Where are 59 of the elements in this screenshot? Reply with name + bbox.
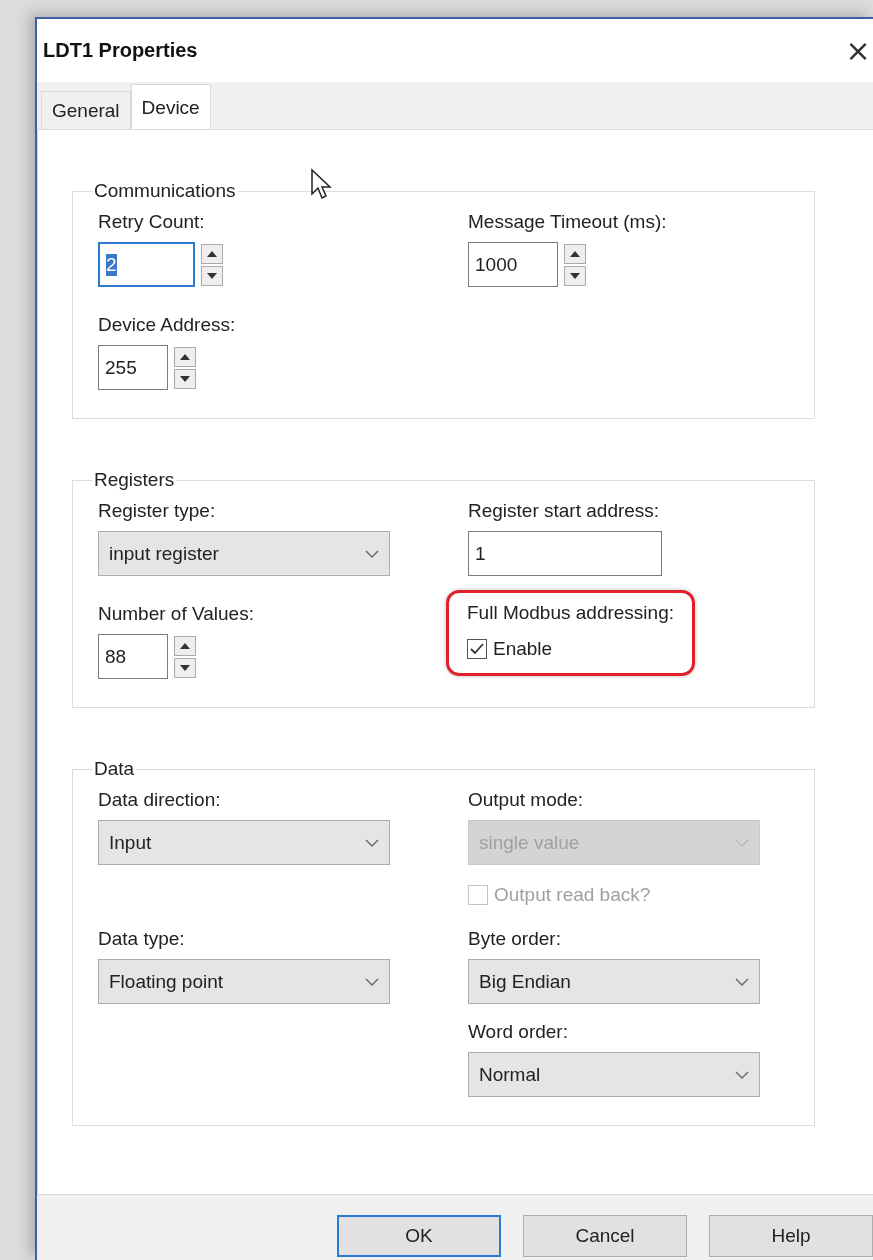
- checkbox-label: Output read back?: [494, 884, 651, 906]
- field-label: Message Timeout (ms):: [468, 210, 668, 234]
- chevron-down-icon: [365, 977, 379, 986]
- tab[interactable]: Device: [130, 84, 211, 130]
- window-title: LDT1 Properties: [43, 39, 198, 62]
- up-arrow-icon: [207, 250, 217, 257]
- tab[interactable]: General: [41, 91, 131, 129]
- up-arrow-icon: [570, 250, 580, 257]
- dropdown[interactable]: Big Endian: [468, 959, 760, 1004]
- spin-down-button[interactable]: [174, 657, 196, 678]
- dropdown[interactable]: Floating point: [98, 959, 390, 1004]
- number-field[interactable]: 1000: [468, 242, 558, 287]
- field-label: Output mode:: [468, 788, 585, 812]
- dialog-button[interactable]: Cancel: [523, 1215, 687, 1257]
- spin-down-button[interactable]: [174, 368, 196, 389]
- spin-up-button[interactable]: [174, 346, 196, 367]
- chevron-down-icon: [735, 838, 749, 847]
- number-field[interactable]: 88: [98, 634, 168, 679]
- chevron-down-icon: [365, 549, 379, 558]
- chevron-down-icon: [365, 838, 379, 847]
- number-field[interactable]: 255: [98, 345, 168, 390]
- field-label: Device Address:: [98, 313, 237, 337]
- field-label: Number of Values:: [98, 602, 255, 626]
- group-title: Registers: [93, 469, 176, 491]
- number-field[interactable]: 2: [98, 242, 195, 287]
- field-label: Data direction:: [98, 788, 222, 812]
- spin-up-button[interactable]: [201, 243, 223, 264]
- field-label: Data type:: [98, 927, 186, 951]
- down-arrow-icon: [570, 272, 580, 279]
- field-label: Word order:: [468, 1020, 569, 1044]
- dropdown[interactable]: Input: [98, 820, 390, 865]
- checkbox[interactable]: [467, 639, 487, 659]
- up-arrow-icon: [180, 353, 190, 360]
- group-title: Data: [93, 758, 136, 780]
- checkbox-label: Enable: [493, 638, 553, 660]
- field-label: Register type:: [98, 499, 217, 523]
- close-button[interactable]: ×: [843, 33, 873, 68]
- down-arrow-icon: [180, 664, 190, 671]
- spin-down-button[interactable]: [564, 265, 586, 286]
- down-arrow-icon: [180, 375, 190, 382]
- check-icon: [470, 643, 484, 655]
- spin-down-button[interactable]: [201, 265, 223, 286]
- field-label: Retry Count:: [98, 210, 206, 234]
- mouse-cursor-icon: [310, 168, 332, 200]
- field-label: Full Modbus addressing:: [467, 601, 674, 625]
- dropdown[interactable]: Normal: [468, 1052, 760, 1097]
- chevron-down-icon: [735, 977, 749, 986]
- field-label: Register start address:: [468, 499, 661, 523]
- text-field[interactable]: 1: [468, 531, 662, 576]
- spin-up-button[interactable]: [564, 243, 586, 264]
- chevron-down-icon: [735, 1070, 749, 1079]
- group-title: Communications: [93, 180, 237, 202]
- dialog-button[interactable]: OK: [337, 1215, 501, 1257]
- down-arrow-icon: [207, 272, 217, 279]
- dialog-button[interactable]: Help: [709, 1215, 873, 1257]
- up-arrow-icon: [180, 642, 190, 649]
- spin-up-button[interactable]: [174, 635, 196, 656]
- dropdown[interactable]: input register: [98, 531, 390, 576]
- field-label: Byte order:: [468, 927, 562, 951]
